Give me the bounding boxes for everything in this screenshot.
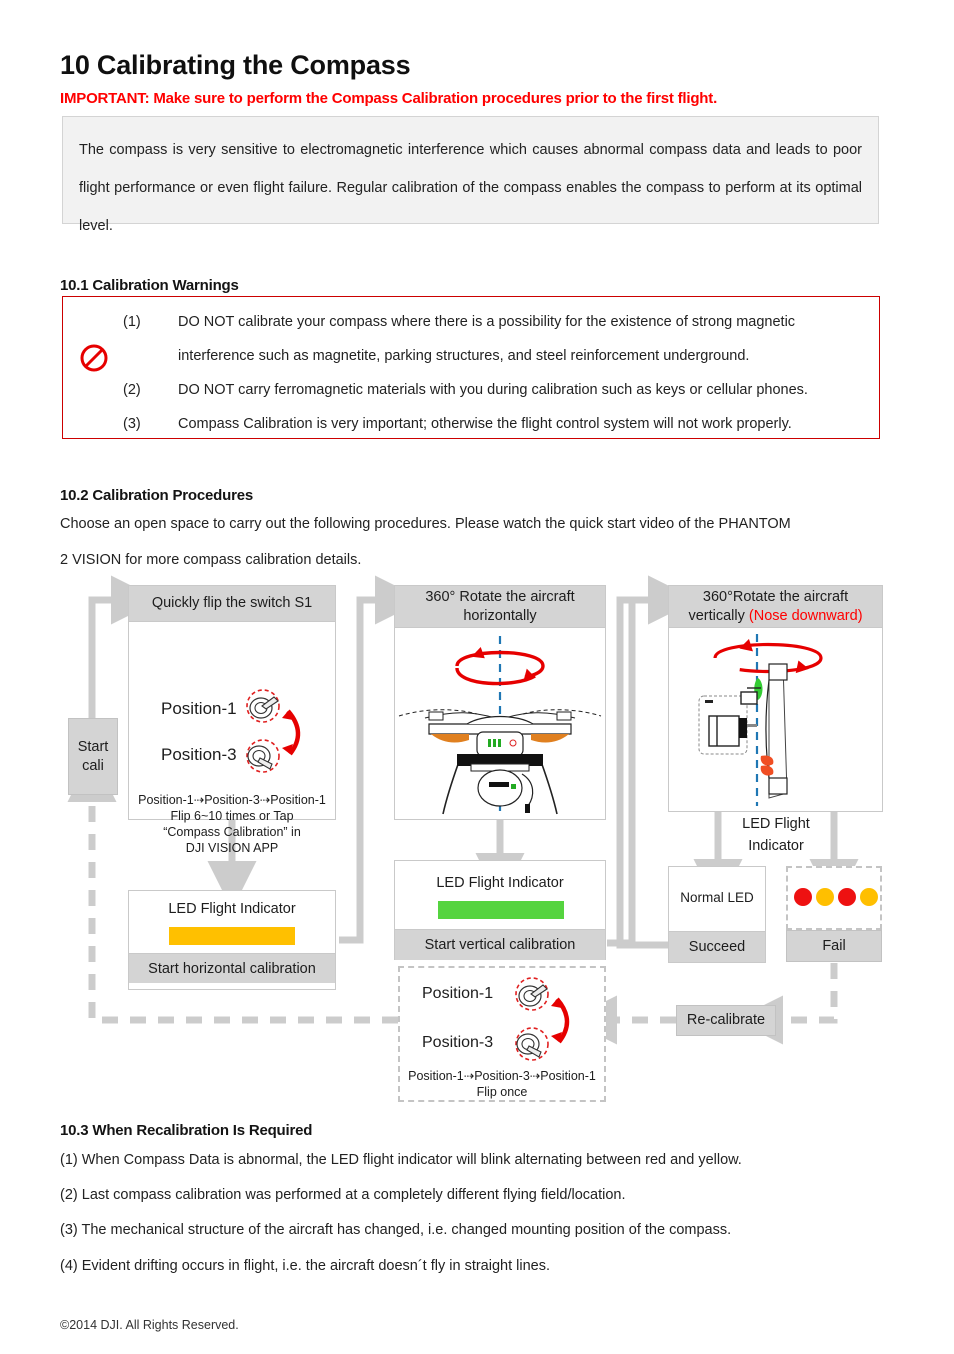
- recal-caption-line2: Flip once: [476, 1085, 528, 1099]
- step1-caption-line4: DJI VISION APP: [185, 841, 279, 855]
- step1-caption-line3: “Compass Calibration” in: [163, 825, 301, 839]
- flow-succeed-footer: Succeed: [669, 931, 765, 962]
- position-1-label: Position-1: [161, 699, 237, 718]
- start-cali-line1: Start: [77, 738, 109, 755]
- flow-step2-header: 360° Rotate the aircraft horizontally: [395, 586, 605, 628]
- start-cali-line2: cali: [82, 757, 104, 774]
- recal-position-3-label: Position-3: [422, 1034, 494, 1051]
- step3-header-line1: 360°Rotate the aircraft: [702, 588, 849, 605]
- step3-led-label-line1: LED Flight: [742, 816, 810, 832]
- led-dot-4: [860, 888, 878, 906]
- flow-start-cali[interactable]: Start cali: [68, 718, 118, 795]
- phantom-drone-vertical-icon: [698, 634, 823, 806]
- step1-caption-line1: Position-1⇢Position-3⇢Position-1: [138, 793, 326, 807]
- switch-position-1-icon: [246, 689, 280, 723]
- flow-fail-led-box: [786, 866, 882, 930]
- phantom-drone-horizontal-icon: [398, 636, 602, 815]
- position-3-label: Position-3: [161, 745, 237, 764]
- calibration-flowchart: Start cali Quickly flip the switch S1 Po…: [0, 0, 954, 1354]
- step3-led-label-line2: Indicator: [748, 838, 804, 854]
- recal-reason-item: (2) Last compass calibration was perform…: [60, 1187, 626, 1203]
- recal-reason-item: (4) Evident drifting occurs in flight, i…: [60, 1258, 550, 1274]
- recal-position-1-label: Position-1: [422, 985, 494, 1002]
- switch-flip-diagram: [246, 689, 301, 773]
- led-dot-1: [794, 888, 812, 906]
- flow-step1-header: Quickly flip the switch S1: [129, 586, 335, 622]
- led-dot-2: [816, 888, 834, 906]
- step3-header-line2-a: vertically: [688, 607, 749, 624]
- step1-led-spacer: [129, 983, 335, 989]
- flow-succeed-box: Normal LED Succeed: [668, 866, 766, 963]
- recal-flip-arrow-icon: [551, 997, 570, 1044]
- manual-page: 10 Calibrating the Compass IMPORTANT: Ma…: [0, 0, 954, 1354]
- flow-step1-led-box: LED Flight Indicator Start horizontal ca…: [128, 890, 336, 990]
- flow-step2-led-box: LED Flight Indicator Start vertical cali…: [394, 860, 606, 960]
- flow-step1-box: Quickly flip the switch S1 Position-1 Po…: [128, 585, 336, 855]
- step3-header-line2: vertically (Nose downward): [688, 607, 862, 626]
- step3-header-nose-downward: (Nose downward): [748, 607, 863, 624]
- flow-step3-header: 360°Rotate the aircraft vertically (Nose…: [669, 586, 882, 628]
- section-heading-10-3: 10.3 When Recalibration Is Required: [60, 1122, 313, 1139]
- flow-step3-box: 360°Rotate the aircraft vertically (Nose…: [668, 585, 883, 812]
- copyright-footer: ©2014 DJI. All Rights Reserved.: [60, 1318, 239, 1332]
- flow-step1-led-footer: Start horizontal calibration: [129, 953, 335, 983]
- switch-position-3-icon: [246, 739, 280, 773]
- step2-led-title: LED Flight Indicator: [436, 875, 564, 891]
- flow-step2-led-footer: Start vertical calibration: [395, 929, 605, 960]
- led-bar-yellow: [169, 927, 295, 945]
- step1-caption-line2: Flip 6~10 times or Tap: [170, 809, 294, 823]
- led-dot-3: [838, 888, 856, 906]
- flow-recalibrate-button[interactable]: Re-calibrate: [676, 1005, 776, 1036]
- recal-switch-position-3-icon: [515, 1027, 549, 1061]
- recal-caption-line1: Position-1⇢Position-3⇢Position-1: [408, 1069, 596, 1083]
- step2-header-line1: 360° Rotate the aircraft: [425, 588, 575, 605]
- recal-reason-item: (1) When Compass Data is abnormal, the L…: [60, 1152, 742, 1168]
- flow-recal-flip-box: Position-1 Position-3 Position-1⇢Positio…: [398, 966, 606, 1102]
- recal-switch-flip-diagram: [515, 977, 570, 1061]
- recal-switch-position-1-icon: [515, 977, 549, 1011]
- step2-header-line2: horizontally: [463, 607, 537, 624]
- flip-arrow-icon: [282, 709, 301, 756]
- flow-step2-box: 360° Rotate the aircraft horizontally: [394, 585, 606, 820]
- step1-led-title: LED Flight Indicator: [168, 901, 296, 917]
- led-bar-green: [438, 901, 564, 919]
- recal-reason-item: (3) The mechanical structure of the airc…: [60, 1222, 732, 1238]
- flow-fail-footer[interactable]: Fail: [786, 930, 882, 962]
- succeed-body-label: Normal LED: [680, 890, 754, 905]
